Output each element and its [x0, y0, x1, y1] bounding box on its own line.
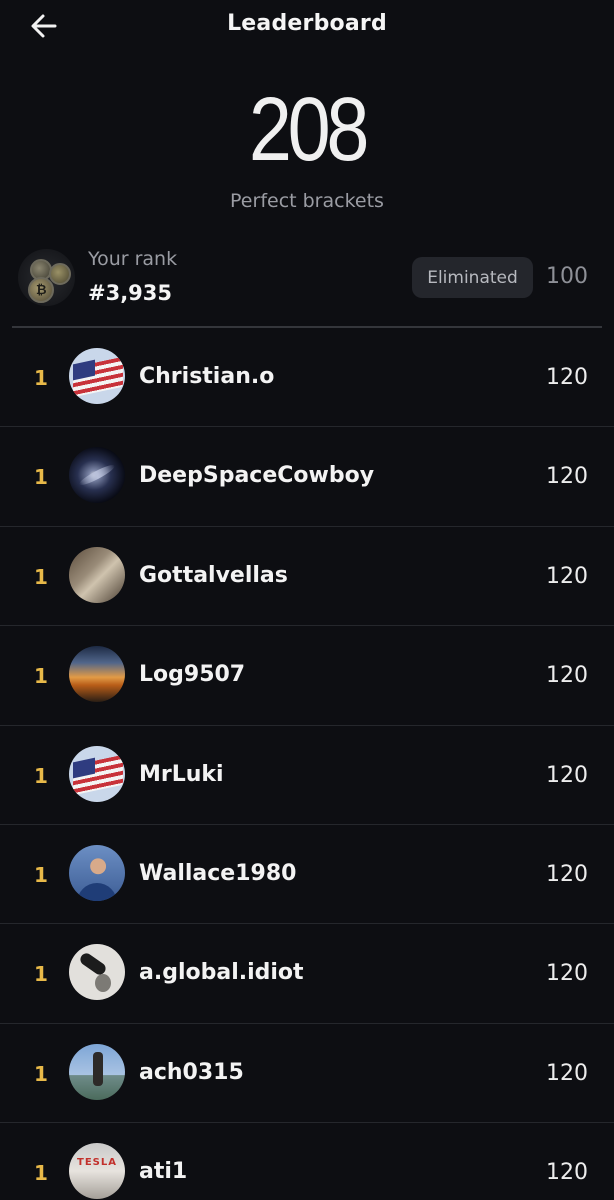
my-rank-value: #3,935 — [88, 281, 173, 305]
score: 120 — [546, 464, 588, 490]
avatar — [69, 447, 125, 504]
username: a.global.idiot — [139, 960, 304, 986]
avatar: ₿ — [18, 249, 75, 306]
score: 120 — [546, 563, 588, 589]
avatar — [69, 348, 125, 404]
list-item[interactable]: 1 TESLA ati1 120 — [0, 1123, 614, 1200]
rank-number: 1 — [34, 366, 48, 390]
username: Wallace1980 — [139, 860, 297, 886]
rank-number: 1 — [34, 465, 48, 490]
list-item[interactable]: 1 DeepSpaceCowboy 120 — [0, 427, 614, 527]
avatar — [69, 944, 125, 1001]
score: 120 — [546, 762, 588, 788]
username: ach0315 — [139, 1059, 244, 1085]
score: 120 — [546, 861, 588, 887]
list-item[interactable]: 1 Gottalvellas 120 — [0, 527, 614, 627]
avatar — [69, 745, 125, 802]
list-item[interactable]: 1 MrLuki 120 — [0, 726, 614, 825]
username: Christian.o — [139, 364, 275, 389]
score: 120 — [546, 961, 588, 987]
rank-number: 1 — [34, 664, 48, 689]
username: Log9507 — [139, 662, 246, 688]
rank-number: 1 — [34, 763, 48, 788]
my-rank-card[interactable]: ₿ Your rank #3,935 Eliminated 100 — [0, 240, 614, 326]
avatar — [69, 844, 125, 901]
list-item[interactable]: 1 a.global.idiot 120 — [0, 924, 614, 1024]
rank-number: 1 — [34, 962, 48, 987]
avatar: TESLA — [69, 1143, 125, 1200]
avatar — [69, 1043, 125, 1100]
score: 120 — [546, 365, 588, 390]
rank-number: 1 — [34, 564, 48, 589]
list-item[interactable]: 1 ach0315 120 — [0, 1024, 614, 1124]
my-score: 100 — [546, 264, 588, 289]
username: DeepSpaceCowboy — [139, 463, 375, 489]
list-item[interactable]: 1 Christian.o 120 — [0, 328, 614, 428]
status-badge: Eliminated — [412, 257, 533, 298]
avatar — [69, 646, 125, 703]
score: 120 — [546, 1060, 588, 1086]
username: MrLuki — [139, 761, 224, 787]
list-item[interactable]: 1 Log9507 120 — [0, 626, 614, 726]
avatar — [69, 546, 125, 603]
score: 120 — [546, 663, 588, 689]
leaderboard-list: 1 Christian.o 120 1 DeepSpaceCowboy 120 … — [0, 328, 614, 1200]
rank-number: 1 — [34, 1061, 48, 1086]
top-bar: Leaderboard — [0, 0, 614, 50]
leaderboard-screen: Leaderboard 208 Perfect brackets ₿ Your … — [0, 0, 614, 1200]
score: 120 — [546, 1160, 588, 1186]
rank-number: 1 — [34, 862, 48, 887]
perfect-brackets-count: 208 — [248, 80, 370, 180]
my-rank-label: Your rank — [88, 248, 178, 270]
page-title: Leaderboard — [227, 11, 387, 36]
username: Gottalvellas — [139, 562, 288, 588]
username: ati1 — [139, 1159, 188, 1185]
perfect-brackets-label: Perfect brackets — [230, 190, 384, 212]
rank-number: 1 — [34, 1161, 48, 1186]
list-item[interactable]: 1 Wallace1980 120 — [0, 825, 614, 925]
